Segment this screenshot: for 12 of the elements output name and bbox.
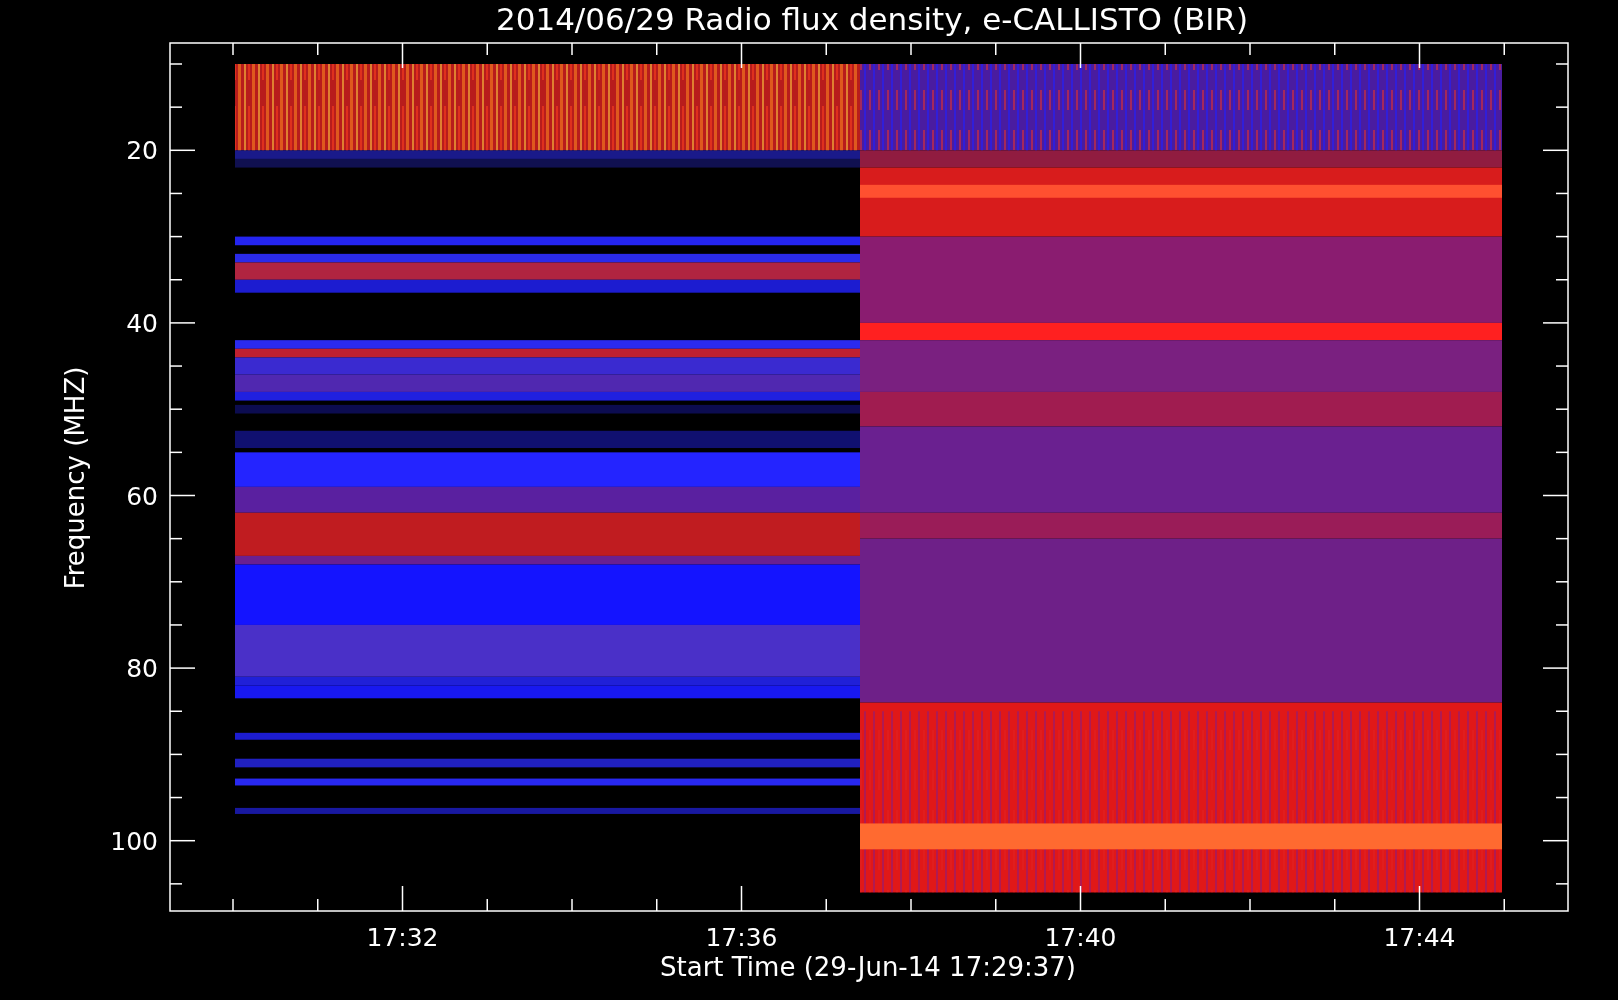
x-tick-label: 17:44 [1383, 923, 1456, 952]
y-tick-label: 40 [126, 308, 158, 338]
y-tick-label: 100 [110, 826, 158, 856]
x-tick-label: 17:36 [705, 923, 778, 952]
y-tick-label: 80 [126, 654, 158, 684]
y-axis-label: Frequency (MHZ) [60, 366, 90, 590]
y-tick-label: 60 [126, 481, 158, 511]
x-tick-label: 17:40 [1044, 923, 1117, 952]
x-tick-label: 17:32 [366, 923, 439, 952]
chart-title: 2014/06/29 Radio flux density, e-CALLISTO (BIR) [496, 1, 1248, 37]
x-axis-label: Start Time (29-Jun-14 17:29:37) [660, 952, 1076, 982]
y-tick-label: 20 [126, 136, 158, 166]
